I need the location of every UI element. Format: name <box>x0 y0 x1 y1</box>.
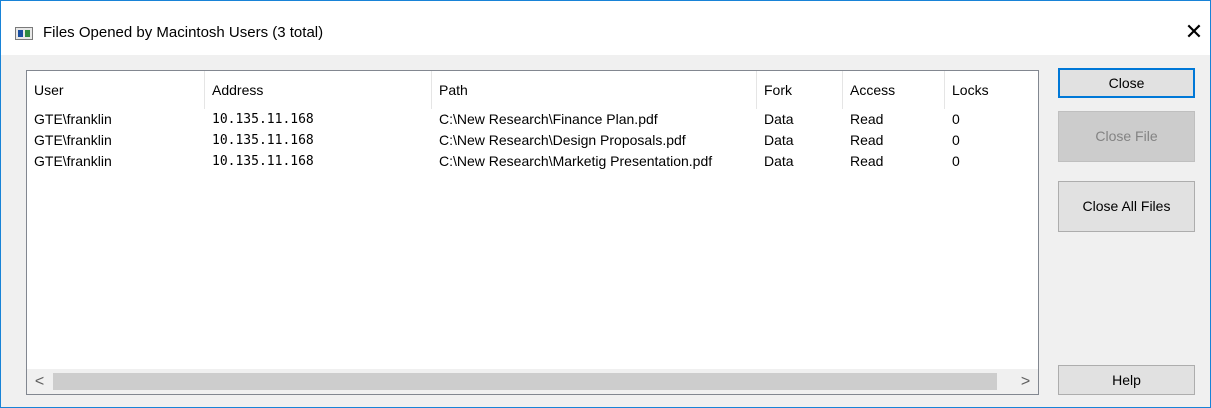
column-header-access[interactable]: Access <box>843 71 945 109</box>
table-row[interactable]: GTE\franklin 10.135.11.168 C:\New Resear… <box>27 151 1038 172</box>
cell-user: GTE\franklin <box>34 111 112 127</box>
cell-locks: 0 <box>952 153 960 169</box>
cell-user: GTE\franklin <box>34 132 112 148</box>
cell-fork: Data <box>764 132 794 148</box>
cell-locks: 0 <box>952 111 960 127</box>
help-button[interactable]: Help <box>1058 365 1195 395</box>
close-file-button[interactable]: Close File <box>1058 111 1195 162</box>
cell-access: Read <box>850 132 884 148</box>
scrollbar-thumb[interactable] <box>53 373 997 390</box>
cell-address: 10.135.11.168 <box>212 112 314 127</box>
scroll-left-arrow-icon[interactable]: < <box>27 369 52 394</box>
window-title: Files Opened by Macintosh Users (3 total… <box>43 24 324 41</box>
column-header-user[interactable]: User <box>27 71 205 109</box>
list-header: User Address Path Fork Access Locks <box>27 71 1038 109</box>
files-opened-dialog: Files Opened by Macintosh Users (3 total… <box>0 0 1211 408</box>
cell-fork: Data <box>764 111 794 127</box>
cell-path: C:\New Research\Marketig Presentation.pd… <box>439 153 713 169</box>
cell-locks: 0 <box>952 132 960 148</box>
app-window-icon <box>15 27 33 40</box>
close-button[interactable]: Close <box>1058 68 1195 98</box>
cell-fork: Data <box>764 153 794 169</box>
table-row[interactable]: GTE\franklin 10.135.11.168 C:\New Resear… <box>27 109 1038 130</box>
column-header-address[interactable]: Address <box>205 71 432 109</box>
close-all-files-button[interactable]: Close All Files <box>1058 181 1195 232</box>
cell-access: Read <box>850 153 884 169</box>
cell-user: GTE\franklin <box>34 153 112 169</box>
list-rows: GTE\franklin 10.135.11.168 C:\New Resear… <box>27 109 1038 172</box>
column-header-locks[interactable]: Locks <box>945 71 1038 109</box>
cell-address: 10.135.11.168 <box>212 133 314 148</box>
title-bar: Files Opened by Macintosh Users (3 total… <box>1 1 1210 55</box>
horizontal-scrollbar[interactable]: < > <box>27 369 1038 394</box>
cell-path: C:\New Research\Design Proposals.pdf <box>439 132 686 148</box>
column-header-path[interactable]: Path <box>432 71 757 109</box>
close-icon[interactable]: ✕ <box>1181 19 1207 45</box>
table-row[interactable]: GTE\franklin 10.135.11.168 C:\New Resear… <box>27 130 1038 151</box>
scroll-right-arrow-icon[interactable]: > <box>1013 369 1038 394</box>
cell-address: 10.135.11.168 <box>212 154 314 169</box>
cell-access: Read <box>850 111 884 127</box>
cell-path: C:\New Research\Finance Plan.pdf <box>439 111 658 127</box>
open-files-list[interactable]: User Address Path Fork Access Locks GTE\… <box>26 70 1039 395</box>
column-header-fork[interactable]: Fork <box>757 71 843 109</box>
